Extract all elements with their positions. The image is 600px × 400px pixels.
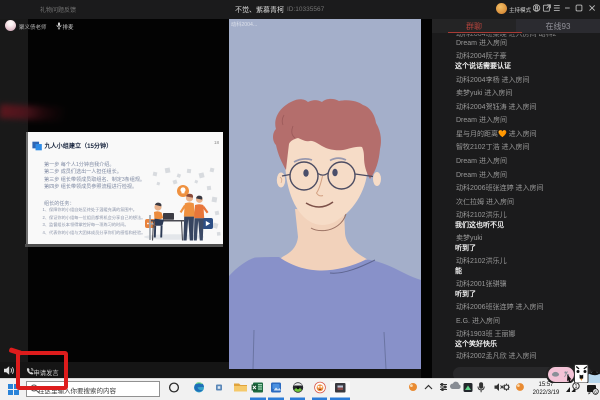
svg-text:1: 1: [575, 384, 578, 390]
svg-text:6: 6: [594, 390, 597, 395]
